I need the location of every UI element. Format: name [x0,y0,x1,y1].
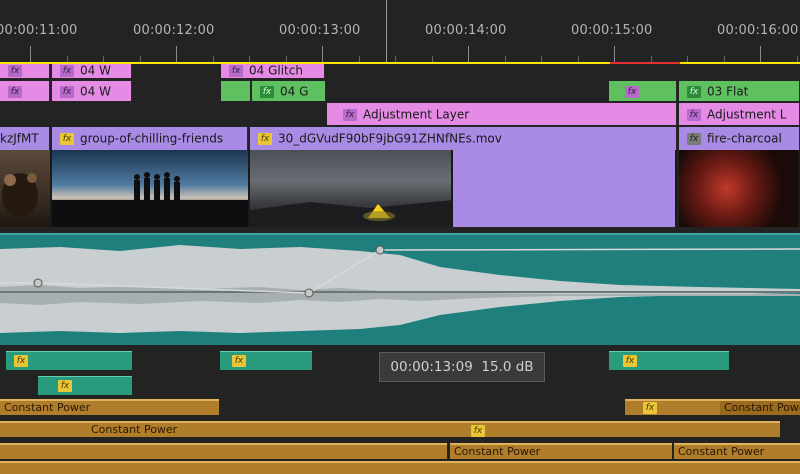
people-silhouette-icon [2,173,38,217]
video-clip[interactable]: fx 03 Flat [679,81,800,101]
timecode-label: 00:00:13:00 [279,23,361,38]
video-clip[interactable] [221,81,251,101]
friends-silhouette-icon [52,172,248,227]
video-clip[interactable]: fx 04 W [52,64,132,78]
fx-badge-icon[interactable]: fx [260,85,274,98]
audio-waveform [0,245,800,333]
tent-icon [250,200,451,227]
fx-badge-icon[interactable]: fx [8,85,22,98]
timecode-label: 00:00:12:00 [133,23,215,38]
transition-constant-power[interactable]: Constant Power fx [87,421,780,437]
fx-badge-icon[interactable]: fx [60,64,74,77]
transition-constant-power[interactable]: Constant Power [674,443,800,459]
transition-label: Constant Power [678,445,765,458]
clip-lavender-fill [453,150,677,227]
audio-clip[interactable]: fx [6,351,132,370]
video-track-v4: fx fx 04 W fx 04 G fx fx 03 Flat [0,81,800,101]
video-track-v2: kzJfMT fx group-of-chilling-friends fx 30_… [0,127,800,150]
timecode-label: 00:00:14:00 [425,23,507,38]
fx-badge-icon[interactable]: fx [625,85,639,98]
video-clip[interactable]: fx 04 Glitch [221,64,325,78]
transition-constant-power[interactable]: Constant Power [0,399,219,415]
clip-label: group-of-chilling-friends [80,131,224,146]
transition-bar[interactable] [0,421,87,437]
fx-badge-icon[interactable]: fx [60,132,74,145]
clip-label: fire-charcoal [707,131,782,146]
video-clip[interactable]: fx [0,81,50,101]
clip-label: 30_dGVudF90bF9jbG91ZHNfNEs.mov [278,131,502,146]
clip-label: 04 W [80,64,111,78]
timecode-label: 00:00:16:00 [717,23,799,38]
fx-badge-icon[interactable]: fx [623,355,637,367]
clip-thumbnail-tent [250,150,453,227]
video-clip[interactable]: fx 30_dGVudF90bF9jbG91ZHNfNEs.mov [250,127,677,150]
time-ruler[interactable]: 00:00:11:00 00:00:12:00 00:00:13:00 00:0… [0,0,800,65]
transition-constant-power[interactable]: Constant Power [450,443,672,459]
fx-badge-icon[interactable]: fx [258,132,272,145]
fx-badge-icon[interactable]: fx [8,64,22,77]
clip-label: 03 Flat [707,84,749,99]
video-clip[interactable]: fx group-of-chilling-friends [52,127,248,150]
video-clip[interactable]: fx [0,64,50,78]
fx-badge-icon[interactable]: fx [60,85,74,98]
transition-bar[interactable] [0,461,800,474]
fx-badge-icon[interactable]: fx [229,64,243,77]
timecode-label: 00:00:11:00 [0,23,78,38]
video-track-v5: fx fx 04 W fx 04 Glitch [0,64,800,78]
video-clip[interactable]: fx fire-charcoal [679,127,800,150]
tooltip-time: 00:00:13:09 [390,359,473,375]
adjustment-layer-clip[interactable]: fx Adjustment L [679,103,800,125]
fx-badge-icon[interactable]: fx [687,85,701,98]
video-clip[interactable]: kzJfMT [0,127,50,150]
adjustment-layer-clip[interactable]: fx Adjustment Layer [327,103,677,125]
clip-label: Adjustment Layer [363,107,470,122]
fx-badge-icon[interactable]: fx [232,355,246,367]
tooltip-gain: 15.0 dB [481,359,534,375]
transition-area: Constant Power fx Constant Power Constan… [0,397,800,474]
fx-badge-icon[interactable]: fx [343,108,357,121]
fx-badge-icon[interactable]: fx [643,402,657,414]
gain-tooltip: 00:00:13:09 15.0 dB [379,352,545,382]
fx-badge-icon[interactable]: fx [58,380,72,392]
video-clip[interactable]: fx 04 G [252,81,326,101]
clip-label: 04 G [280,84,309,99]
fx-badge-icon[interactable]: fx [687,132,701,145]
playhead-line[interactable] [386,0,387,64]
clip-thumbnail-friends [52,150,250,227]
audio-clip[interactable]: fx [38,376,132,395]
transition-constant-power[interactable]: Constant Power [720,399,800,415]
fx-badge-icon[interactable]: fx [14,355,28,367]
transition-constant-power[interactable]: fx [625,399,720,415]
video-clip[interactable]: fx 04 W [52,81,132,101]
clip-label: kzJfMT [0,131,39,146]
timecode-label: 00:00:15:00 [571,23,653,38]
video-track-v3: fx Adjustment Layer fx Adjustment L [0,103,800,125]
audio-clip[interactable]: fx [609,351,729,370]
transition-label: Constant Power [454,445,541,458]
clip-label: Adjustment L [707,107,787,122]
transition-label: Constant Power [724,401,800,414]
transition-label: Constant Power [91,423,178,436]
clip-label: 04 W [80,84,111,99]
clip-thumbnail-campfire [0,150,52,227]
transition-label: Constant Power [4,401,91,414]
transition-bar[interactable] [0,443,447,459]
audio-track-waveform[interactable] [0,233,800,345]
clip-label: 04 Glitch [249,64,303,78]
video-clip[interactable]: fx [609,81,677,101]
fx-badge-icon[interactable]: fx [471,425,485,437]
fx-badge-icon[interactable]: fx [687,108,701,121]
clip-thumbnail-fire-charcoal [679,150,800,227]
audio-clip[interactable]: fx [220,351,312,370]
